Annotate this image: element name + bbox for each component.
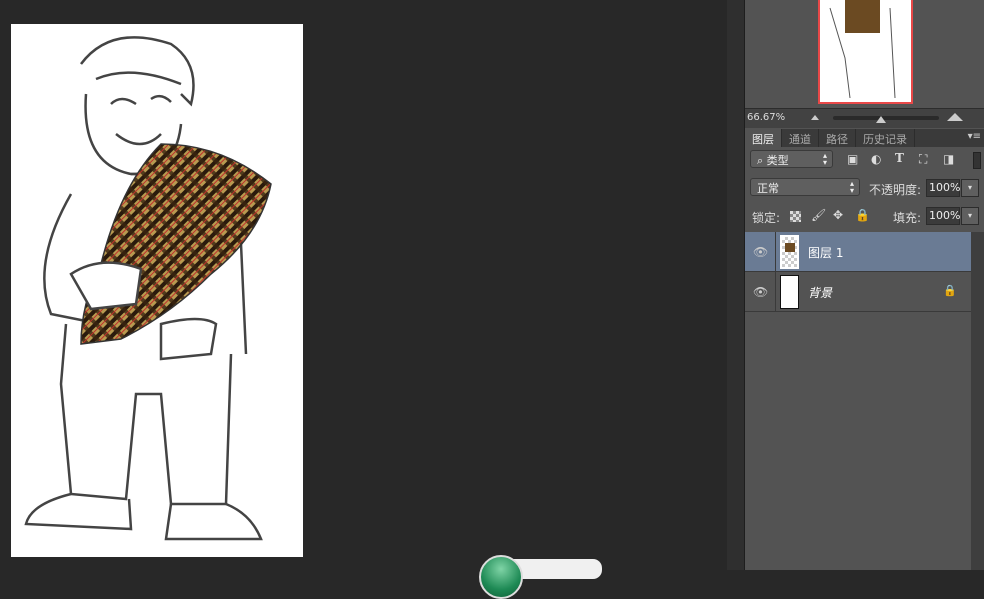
tab-layers[interactable]: 图层 — [745, 129, 782, 147]
zoom-slider[interactable] — [833, 116, 939, 120]
type-filter-icon[interactable]: T — [895, 151, 904, 165]
tab-paths[interactable]: 路径 — [819, 129, 856, 147]
visibility-eye-icon[interactable]: 👁 — [753, 245, 768, 259]
opacity-input[interactable]: 100% — [926, 179, 960, 197]
blend-row: 正常 ▴ ▾ 不透明度: 100% ▾ — [745, 178, 984, 200]
canvas-area[interactable] — [0, 0, 727, 570]
zoom-level[interactable]: 66.67% — [747, 112, 785, 123]
blend-mode-select[interactable]: 正常 ▴ ▾ — [750, 178, 860, 196]
layers-scrollbar[interactable] — [971, 232, 984, 570]
opacity-label: 不透明度: — [869, 183, 922, 197]
lock-transparent-icon[interactable] — [790, 211, 801, 222]
lock-icon: 🔒 — [943, 284, 957, 297]
cartoon-illustration — [24, 36, 272, 541]
updown-icon: ▴ ▾ — [822, 151, 827, 167]
updown-icon: ▴ ▾ — [849, 179, 854, 195]
widget-ball-icon[interactable] — [479, 555, 523, 599]
zoom-out-icon[interactable] — [811, 115, 819, 120]
divider — [775, 272, 776, 312]
layer-name[interactable]: 图层 1 — [808, 244, 843, 261]
navigator-thumbnail[interactable] — [818, 0, 913, 104]
zoom-slider-thumb[interactable] — [876, 116, 886, 123]
fill-input[interactable]: 100% — [926, 207, 960, 225]
layer-name[interactable]: 背景 — [808, 284, 832, 301]
lock-row: 锁定: 🖌 ✥ 🔒 填充: 100% ▾ — [745, 206, 984, 228]
adjustment-filter-icon[interactable]: ◐ — [871, 152, 881, 166]
document-canvas[interactable] — [11, 24, 303, 557]
opacity-dropdown-button[interactable]: ▾ — [961, 179, 979, 197]
layer-row[interactable]: 👁 背景 🔒 — [745, 272, 971, 312]
filter-toggle[interactable] — [973, 152, 981, 169]
layers-list: 👁 图层 1 👁 背景 🔒 — [745, 232, 971, 312]
right-panel: 66.67% 图层 通道 路径 历史记录 ▾≡ ⌕ 类型 ▴ ▾ ▣ ◐ T ⛶ ◨… — [745, 0, 984, 570]
panel-tabs: 图层 通道 路径 历史记录 ▾≡ — [745, 129, 984, 147]
floating-widget[interactable] — [479, 555, 602, 599]
smart-object-filter-icon[interactable]: ◨ — [943, 152, 954, 166]
blend-mode-value: 正常 — [757, 182, 779, 195]
lock-all-icon[interactable]: 🔒 — [855, 208, 870, 222]
image-filter-icon[interactable]: ▣ — [847, 152, 858, 166]
layer-thumbnail — [780, 275, 799, 309]
tab-history[interactable]: 历史记录 — [856, 129, 915, 147]
layer-row[interactable]: 👁 图层 1 — [745, 232, 971, 272]
navigator-preview — [829, 0, 896, 99]
lock-label: 锁定: — [752, 211, 781, 225]
panel-menu-icon[interactable]: ▾≡ — [968, 131, 981, 142]
lock-move-icon[interactable]: ✥ — [833, 208, 843, 222]
filter-kind-value: 类型 — [766, 154, 789, 167]
navigator-zoom-row: 66.67% — [745, 108, 984, 128]
lock-brush-icon[interactable]: 🖌 — [811, 208, 826, 222]
panel-gutter — [727, 0, 745, 570]
search-icon: ⌕ — [757, 154, 764, 167]
filter-row: ⌕ 类型 ▴ ▾ ▣ ◐ T ⛶ ◨ — [745, 150, 984, 172]
layer-thumbnail — [780, 235, 799, 269]
navigator-panel — [745, 0, 984, 108]
visibility-eye-icon[interactable]: 👁 — [753, 285, 768, 299]
tab-channels[interactable]: 通道 — [782, 129, 819, 147]
shape-filter-icon[interactable]: ⛶ — [919, 152, 927, 167]
fill-label: 填充: — [893, 211, 922, 225]
zoom-in-icon[interactable] — [947, 113, 963, 121]
divider — [775, 232, 776, 272]
fill-dropdown-button[interactable]: ▾ — [961, 207, 979, 225]
filter-kind-select[interactable]: ⌕ 类型 ▴ ▾ — [750, 150, 833, 168]
